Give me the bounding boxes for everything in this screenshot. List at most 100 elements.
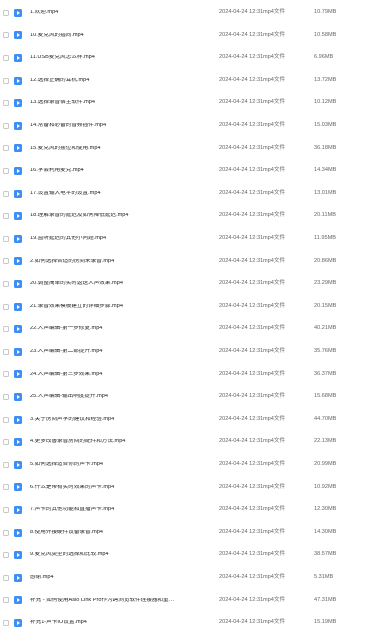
row-checkbox[interactable] [3, 100, 9, 107]
file-row[interactable]: 14.常备和必备的音频插件.mp4 2024-04-24 12:31 mp4文件 15… [0, 115, 371, 138]
file-row[interactable]: 10.麦克风的指向.mp4 2024-04-24 12:31 mp4文件 10.58M… [0, 24, 371, 47]
row-checkbox[interactable] [3, 280, 9, 287]
file-name[interactable]: 14.常备和必备的音频插件.mp4 [30, 123, 188, 129]
file-date: 2024-04-24 12:31 [219, 122, 264, 128]
file-name[interactable]: 9.麦克风类型的选择和比较.mp4 [30, 552, 188, 558]
row-checkbox[interactable] [3, 9, 9, 16]
file-date: 2024-04-24 12:31 [219, 506, 264, 513]
file-date: 2024-04-24 12:31 [219, 370, 264, 377]
file-name[interactable]: 补充 - 如何使用Asio Link Pro作为跨浏览软件连接器和重… [30, 598, 188, 604]
file-date: 2024-04-24 12:31 [219, 551, 264, 558]
file-name[interactable]: 5.如何选择适合你的声卡.mp4 [30, 462, 188, 468]
file-row[interactable]: 15.麦克风的摆位和使用.mp4 2024-04-24 12:31 mp4文件 36.… [0, 137, 371, 160]
file-name[interactable]: 6.什么是带有实时效果的声卡.mp4 [30, 485, 188, 491]
file-name[interactable]: 23.人声编辑-第二部提升.mp4 [30, 349, 188, 355]
file-size: 20.11MB [314, 212, 336, 219]
file-name[interactable]: 16.学会利用麦克.mp4 [30, 168, 188, 174]
video-file-icon [14, 618, 22, 627]
row-checkbox[interactable] [3, 416, 9, 423]
file-name[interactable]: 3.关于房间声学的建议和经验.mp4 [30, 417, 188, 423]
file-row[interactable]: 23.人声编辑-第二部提升.mp4 2024-04-24 12:31 mp4文件 35… [0, 341, 371, 364]
row-checkbox[interactable] [3, 32, 9, 39]
file-name[interactable]: 13.选择录音宿主软件.mp4 [30, 100, 188, 106]
file-row[interactable]: 7.声卡的其他功能和直播声卡.mp4 2024-04-24 12:31 mp4文件 1… [0, 499, 371, 522]
file-row[interactable]: 20.调整简单的实时返送人声效果.mp4 2024-04-24 12:31 mp4文… [0, 273, 371, 296]
file-row[interactable]: 24.人声编辑-第三步效果.mp4 2024-04-24 12:31 mp4文件 36… [0, 363, 371, 386]
file-row[interactable]: 补充1-声卡IO设置.mp4 2024-04-24 12:31 mp4文件 15.19… [0, 612, 371, 634]
row-checkbox[interactable] [3, 145, 9, 152]
file-name[interactable]: 8.使用外接硬件设备录音.mp4 [30, 530, 188, 536]
file-name[interactable]: 1.欢迎.mp4 [30, 10, 188, 16]
file-name[interactable]: 25.人声编辑-输出响度提升.mp4 [30, 394, 188, 400]
file-row[interactable]: 4.更多改善录音房间的配件和方法.mp4 2024-04-24 12:31 mp4文… [0, 431, 371, 454]
file-name[interactable]: 18.理解录音的延迟及如何降低延迟.mp4 [30, 213, 188, 219]
video-file-icon [14, 257, 22, 266]
row-checkbox[interactable] [3, 258, 9, 265]
row-checkbox[interactable] [3, 77, 9, 84]
row-checkbox[interactable] [3, 235, 9, 242]
row-checkbox[interactable] [3, 484, 9, 491]
row-checkbox[interactable] [3, 574, 9, 581]
file-row[interactable]: 16.学会利用麦克.mp4 2024-04-24 12:31 mp4文件 14.34M… [0, 160, 371, 183]
file-date: 2024-04-24 12:31 [219, 9, 264, 15]
file-row[interactable]: 3.关于房间声学的建议和经验.mp4 2024-04-24 12:31 mp4文件 4… [0, 408, 371, 431]
file-row[interactable]: 5.如何选择适合你的声卡.mp4 2024-04-24 12:31 mp4文件 20.… [0, 454, 371, 477]
file-name[interactable]: 24.人声编辑-第三步效果.mp4 [30, 372, 188, 378]
video-file-icon [14, 573, 22, 582]
row-checkbox[interactable] [3, 461, 9, 468]
file-name[interactable]: 20.调整简单的实时返送人声效果.mp4 [30, 281, 188, 287]
row-checkbox[interactable] [3, 213, 9, 220]
file-name[interactable]: 19.监听延迟的其他小问题.mp4 [30, 236, 188, 242]
file-name[interactable]: 4.更多改善录音房间的配件和方法.mp4 [30, 439, 188, 445]
file-row[interactable]: 12.选择正确的耳机.mp4 2024-04-24 12:31 mp4文件 13.72… [0, 69, 371, 92]
file-row[interactable]: 22.人声编辑-第一步修复.mp4 2024-04-24 12:31 mp4文件 40… [0, 318, 371, 341]
file-name[interactable]: 10.麦克风的指向.mp4 [30, 33, 188, 39]
video-file-icon [14, 302, 22, 311]
file-row[interactable]: 1.欢迎.mp4 2024-04-24 12:31 mp4文件 10.79MB [0, 2, 371, 25]
file-name[interactable]: 17.设置输入电平的设置.mp4 [30, 191, 188, 197]
row-checkbox[interactable] [3, 371, 9, 378]
file-name[interactable]: 补充1-声卡IO设置.mp4 [30, 620, 188, 626]
file-row[interactable]: 25.人声编辑-输出响度提升.mp4 2024-04-24 12:31 mp4文件 1… [0, 386, 371, 409]
file-name[interactable]: 2.如何选择合适的房间来录音.mp4 [30, 259, 188, 265]
file-row[interactable]: 8.使用外接硬件设备录音.mp4 2024-04-24 12:31 mp4文件 14.… [0, 521, 371, 544]
file-row[interactable]: 21.录音效果模板建立的详细步骤.mp4 2024-04-24 12:31 mp4文… [0, 295, 371, 318]
video-file-icon [14, 189, 22, 198]
file-row[interactable]: 19.监听延迟的其他小问题.mp4 2024-04-24 12:31 mp4文件 11… [0, 228, 371, 251]
row-checkbox[interactable] [3, 552, 9, 559]
row-checkbox[interactable] [3, 54, 9, 61]
row-checkbox[interactable] [3, 529, 9, 536]
row-checkbox[interactable] [3, 167, 9, 174]
row-checkbox[interactable] [3, 190, 9, 197]
video-file-icon [14, 483, 22, 492]
file-type: mp4文件 [263, 167, 286, 174]
row-checkbox[interactable] [3, 597, 9, 604]
file-row[interactable]: 9.麦克风类型的选择和比较.mp4 2024-04-24 12:31 mp4文件 38… [0, 544, 371, 567]
row-checkbox[interactable] [3, 326, 9, 333]
file-row[interactable]: 18.理解录音的延迟及如何降低延迟.mp4 2024-04-24 12:31 mp4… [0, 205, 371, 228]
file-row[interactable]: 11.USB麦克风怎么样.mp4 2024-04-24 12:31 mp4文件 6.9… [0, 47, 371, 70]
row-checkbox[interactable] [3, 506, 9, 513]
row-checkbox[interactable] [3, 122, 9, 129]
file-row[interactable]: 补充 - 如何使用Asio Link Pro作为跨浏览软件连接器和重… 2024-… [0, 589, 371, 612]
file-date: 2024-04-24 12:31 [219, 54, 264, 61]
file-row[interactable]: 6.什么是带有实时效果的声卡.mp4 2024-04-24 12:31 mp4文件 1… [0, 476, 371, 499]
file-name[interactable]: 21.录音效果模板建立的详细步骤.mp4 [30, 304, 188, 310]
file-name[interactable]: 12.选择正确的耳机.mp4 [30, 78, 188, 84]
file-name[interactable]: 22.人声编辑-第一步修复.mp4 [30, 326, 188, 332]
file-row[interactable]: 2.如何选择合适的房间来录音.mp4 2024-04-24 12:31 mp4文件 2… [0, 250, 371, 273]
row-checkbox[interactable] [3, 439, 9, 446]
file-row[interactable]: 17.设置输入电平的设置.mp4 2024-04-24 12:31 mp4文件 13.… [0, 182, 371, 205]
row-checkbox[interactable] [3, 303, 9, 310]
file-name[interactable]: 15.麦克风的摆位和使用.mp4 [30, 146, 188, 152]
video-file-icon [14, 212, 22, 221]
file-row[interactable]: 感谢.mp4 2024-04-24 12:31 mp4文件 5.31MB [0, 567, 371, 590]
row-checkbox[interactable] [3, 619, 9, 626]
file-name[interactable]: 7.声卡的其他功能和直播声卡.mp4 [30, 507, 188, 513]
row-checkbox[interactable] [3, 348, 9, 355]
file-row[interactable]: 13.选择录音宿主软件.mp4 2024-04-24 12:31 mp4文件 10.1… [0, 92, 371, 115]
row-checkbox[interactable] [3, 393, 9, 400]
file-name[interactable]: 11.USB麦克风怎么样.mp4 [30, 55, 188, 61]
file-size: 14.30MB [314, 528, 337, 535]
file-name[interactable]: 感谢.mp4 [30, 575, 188, 581]
